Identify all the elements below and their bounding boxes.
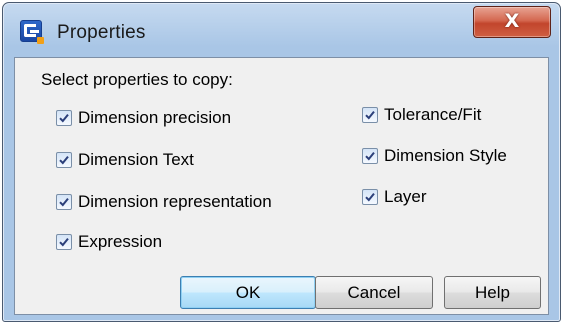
properties-dialog: Properties X Select properties to copy: … xyxy=(2,2,561,322)
instruction-label: Select properties to copy: xyxy=(41,70,233,89)
cancel-button[interactable]: Cancel xyxy=(315,276,433,309)
help-button[interactable]: Help xyxy=(444,276,541,309)
close-icon: X xyxy=(504,10,520,32)
app-logo-icon xyxy=(20,20,44,44)
checkbox-tolerance-fit[interactable]: Tolerance/Fit xyxy=(362,104,481,126)
checkbox-dimension-text[interactable]: Dimension Text xyxy=(56,149,194,171)
checkbox-label: Tolerance/Fit xyxy=(384,105,482,124)
checkbox-label: Dimension Text xyxy=(78,150,194,169)
ok-button[interactable]: OK xyxy=(180,276,316,309)
checkbox-dimension-representation[interactable]: Dimension representation xyxy=(56,191,272,213)
checkbox-box[interactable] xyxy=(56,194,72,210)
checkbox-layer[interactable]: Layer xyxy=(362,186,427,208)
window-title: Properties xyxy=(57,22,146,43)
checkbox-box[interactable] xyxy=(56,152,72,168)
title-bar[interactable]: Properties X xyxy=(3,3,560,53)
checkbox-box[interactable] xyxy=(56,234,72,250)
checkbox-label: Dimension precision xyxy=(78,108,232,127)
dialog-body: Select properties to copy: Dimension pre… xyxy=(14,57,549,315)
checkbox-label: Dimension Style xyxy=(384,146,507,165)
checkbox-dimension-style[interactable]: Dimension Style xyxy=(362,145,507,167)
checkbox-label: Dimension representation xyxy=(78,192,272,211)
close-button[interactable]: X xyxy=(473,6,551,38)
checkbox-expression[interactable]: Expression xyxy=(56,231,162,253)
checkbox-box[interactable] xyxy=(362,107,378,123)
checkbox-box[interactable] xyxy=(362,189,378,205)
checkbox-box[interactable] xyxy=(362,148,378,164)
checkbox-box[interactable] xyxy=(56,110,72,126)
checkbox-label: Expression xyxy=(78,232,163,251)
checkbox-label: Layer xyxy=(384,187,427,206)
checkbox-dimension-precision[interactable]: Dimension precision xyxy=(56,107,231,129)
